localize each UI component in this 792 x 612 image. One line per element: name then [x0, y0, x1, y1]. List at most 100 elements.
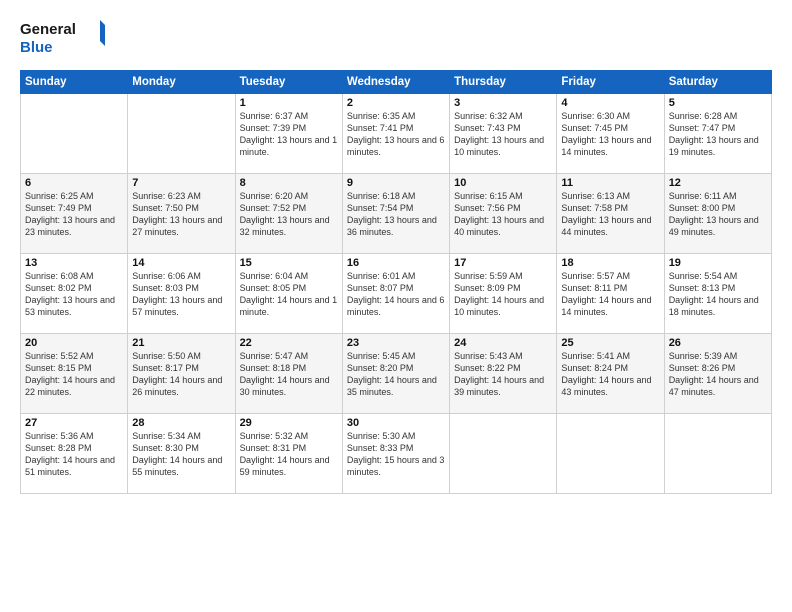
day-number: 24	[454, 337, 552, 349]
day-info: Sunrise: 5:45 AM Sunset: 8:20 PM Dayligh…	[347, 350, 445, 399]
day-number: 14	[132, 257, 230, 269]
day-number: 28	[132, 417, 230, 429]
calendar-cell: 19Sunrise: 5:54 AM Sunset: 8:13 PM Dayli…	[664, 254, 771, 334]
calendar-row-4: 27Sunrise: 5:36 AM Sunset: 8:28 PM Dayli…	[21, 414, 772, 494]
day-number: 27	[25, 417, 123, 429]
calendar-cell	[450, 414, 557, 494]
calendar-cell: 14Sunrise: 6:06 AM Sunset: 8:03 PM Dayli…	[128, 254, 235, 334]
day-info: Sunrise: 6:15 AM Sunset: 7:56 PM Dayligh…	[454, 190, 552, 239]
day-number: 4	[561, 97, 659, 109]
logo: General Blue	[20, 16, 110, 58]
calendar-cell: 15Sunrise: 6:04 AM Sunset: 8:05 PM Dayli…	[235, 254, 342, 334]
day-number: 26	[669, 337, 767, 349]
day-number: 23	[347, 337, 445, 349]
calendar-cell: 16Sunrise: 6:01 AM Sunset: 8:07 PM Dayli…	[342, 254, 449, 334]
calendar-cell: 11Sunrise: 6:13 AM Sunset: 7:58 PM Dayli…	[557, 174, 664, 254]
day-number: 16	[347, 257, 445, 269]
calendar-cell: 9Sunrise: 6:18 AM Sunset: 7:54 PM Daylig…	[342, 174, 449, 254]
day-number: 12	[669, 177, 767, 189]
day-number: 17	[454, 257, 552, 269]
day-number: 9	[347, 177, 445, 189]
day-info: Sunrise: 6:11 AM Sunset: 8:00 PM Dayligh…	[669, 190, 767, 239]
day-info: Sunrise: 5:36 AM Sunset: 8:28 PM Dayligh…	[25, 430, 123, 479]
day-info: Sunrise: 6:13 AM Sunset: 7:58 PM Dayligh…	[561, 190, 659, 239]
calendar-cell: 17Sunrise: 5:59 AM Sunset: 8:09 PM Dayli…	[450, 254, 557, 334]
day-info: Sunrise: 6:35 AM Sunset: 7:41 PM Dayligh…	[347, 110, 445, 159]
calendar-cell: 10Sunrise: 6:15 AM Sunset: 7:56 PM Dayli…	[450, 174, 557, 254]
day-info: Sunrise: 5:32 AM Sunset: 8:31 PM Dayligh…	[240, 430, 338, 479]
calendar-cell: 27Sunrise: 5:36 AM Sunset: 8:28 PM Dayli…	[21, 414, 128, 494]
day-info: Sunrise: 5:54 AM Sunset: 8:13 PM Dayligh…	[669, 270, 767, 319]
calendar-row-1: 6Sunrise: 6:25 AM Sunset: 7:49 PM Daylig…	[21, 174, 772, 254]
day-number: 18	[561, 257, 659, 269]
calendar-cell	[21, 94, 128, 174]
weekday-friday: Friday	[557, 71, 664, 94]
day-info: Sunrise: 5:59 AM Sunset: 8:09 PM Dayligh…	[454, 270, 552, 319]
calendar-cell: 25Sunrise: 5:41 AM Sunset: 8:24 PM Dayli…	[557, 334, 664, 414]
header: General Blue	[20, 16, 772, 58]
day-info: Sunrise: 5:39 AM Sunset: 8:26 PM Dayligh…	[669, 350, 767, 399]
weekday-thursday: Thursday	[450, 71, 557, 94]
day-number: 11	[561, 177, 659, 189]
day-number: 1	[240, 97, 338, 109]
day-number: 15	[240, 257, 338, 269]
calendar-cell: 3Sunrise: 6:32 AM Sunset: 7:43 PM Daylig…	[450, 94, 557, 174]
calendar-row-0: 1Sunrise: 6:37 AM Sunset: 7:39 PM Daylig…	[21, 94, 772, 174]
day-info: Sunrise: 6:23 AM Sunset: 7:50 PM Dayligh…	[132, 190, 230, 239]
day-info: Sunrise: 5:52 AM Sunset: 8:15 PM Dayligh…	[25, 350, 123, 399]
day-info: Sunrise: 6:08 AM Sunset: 8:02 PM Dayligh…	[25, 270, 123, 319]
day-info: Sunrise: 6:20 AM Sunset: 7:52 PM Dayligh…	[240, 190, 338, 239]
calendar-cell	[128, 94, 235, 174]
day-number: 20	[25, 337, 123, 349]
weekday-saturday: Saturday	[664, 71, 771, 94]
day-info: Sunrise: 6:01 AM Sunset: 8:07 PM Dayligh…	[347, 270, 445, 319]
day-info: Sunrise: 5:43 AM Sunset: 8:22 PM Dayligh…	[454, 350, 552, 399]
day-info: Sunrise: 5:41 AM Sunset: 8:24 PM Dayligh…	[561, 350, 659, 399]
day-info: Sunrise: 5:47 AM Sunset: 8:18 PM Dayligh…	[240, 350, 338, 399]
page: General Blue SundayMondayTuesdayWednesda…	[0, 0, 792, 612]
day-number: 30	[347, 417, 445, 429]
day-number: 2	[347, 97, 445, 109]
calendar-cell: 1Sunrise: 6:37 AM Sunset: 7:39 PM Daylig…	[235, 94, 342, 174]
weekday-header-row: SundayMondayTuesdayWednesdayThursdayFrid…	[21, 71, 772, 94]
day-info: Sunrise: 6:25 AM Sunset: 7:49 PM Dayligh…	[25, 190, 123, 239]
calendar-cell: 24Sunrise: 5:43 AM Sunset: 8:22 PM Dayli…	[450, 334, 557, 414]
day-number: 22	[240, 337, 338, 349]
day-number: 10	[454, 177, 552, 189]
weekday-tuesday: Tuesday	[235, 71, 342, 94]
calendar-cell: 4Sunrise: 6:30 AM Sunset: 7:45 PM Daylig…	[557, 94, 664, 174]
calendar-cell: 13Sunrise: 6:08 AM Sunset: 8:02 PM Dayli…	[21, 254, 128, 334]
day-number: 8	[240, 177, 338, 189]
calendar-row-3: 20Sunrise: 5:52 AM Sunset: 8:15 PM Dayli…	[21, 334, 772, 414]
calendar-row-2: 13Sunrise: 6:08 AM Sunset: 8:02 PM Dayli…	[21, 254, 772, 334]
day-info: Sunrise: 6:32 AM Sunset: 7:43 PM Dayligh…	[454, 110, 552, 159]
calendar-cell: 23Sunrise: 5:45 AM Sunset: 8:20 PM Dayli…	[342, 334, 449, 414]
calendar-cell: 12Sunrise: 6:11 AM Sunset: 8:00 PM Dayli…	[664, 174, 771, 254]
day-info: Sunrise: 6:04 AM Sunset: 8:05 PM Dayligh…	[240, 270, 338, 319]
day-number: 3	[454, 97, 552, 109]
svg-text:General: General	[20, 21, 76, 38]
day-number: 5	[669, 97, 767, 109]
calendar-cell: 30Sunrise: 5:30 AM Sunset: 8:33 PM Dayli…	[342, 414, 449, 494]
day-info: Sunrise: 6:30 AM Sunset: 7:45 PM Dayligh…	[561, 110, 659, 159]
calendar-cell: 7Sunrise: 6:23 AM Sunset: 7:50 PM Daylig…	[128, 174, 235, 254]
day-info: Sunrise: 5:57 AM Sunset: 8:11 PM Dayligh…	[561, 270, 659, 319]
weekday-wednesday: Wednesday	[342, 71, 449, 94]
day-number: 29	[240, 417, 338, 429]
weekday-sunday: Sunday	[21, 71, 128, 94]
calendar-cell: 18Sunrise: 5:57 AM Sunset: 8:11 PM Dayli…	[557, 254, 664, 334]
day-number: 7	[132, 177, 230, 189]
day-number: 21	[132, 337, 230, 349]
svg-text:Blue: Blue	[20, 39, 53, 56]
day-info: Sunrise: 5:34 AM Sunset: 8:30 PM Dayligh…	[132, 430, 230, 479]
calendar-cell: 29Sunrise: 5:32 AM Sunset: 8:31 PM Dayli…	[235, 414, 342, 494]
calendar-cell: 5Sunrise: 6:28 AM Sunset: 7:47 PM Daylig…	[664, 94, 771, 174]
calendar-cell: 26Sunrise: 5:39 AM Sunset: 8:26 PM Dayli…	[664, 334, 771, 414]
calendar-table: SundayMondayTuesdayWednesdayThursdayFrid…	[20, 70, 772, 494]
day-number: 25	[561, 337, 659, 349]
calendar-cell: 22Sunrise: 5:47 AM Sunset: 8:18 PM Dayli…	[235, 334, 342, 414]
calendar-cell: 28Sunrise: 5:34 AM Sunset: 8:30 PM Dayli…	[128, 414, 235, 494]
general-blue-logo: General Blue	[20, 16, 110, 58]
day-info: Sunrise: 6:28 AM Sunset: 7:47 PM Dayligh…	[669, 110, 767, 159]
calendar-cell: 2Sunrise: 6:35 AM Sunset: 7:41 PM Daylig…	[342, 94, 449, 174]
